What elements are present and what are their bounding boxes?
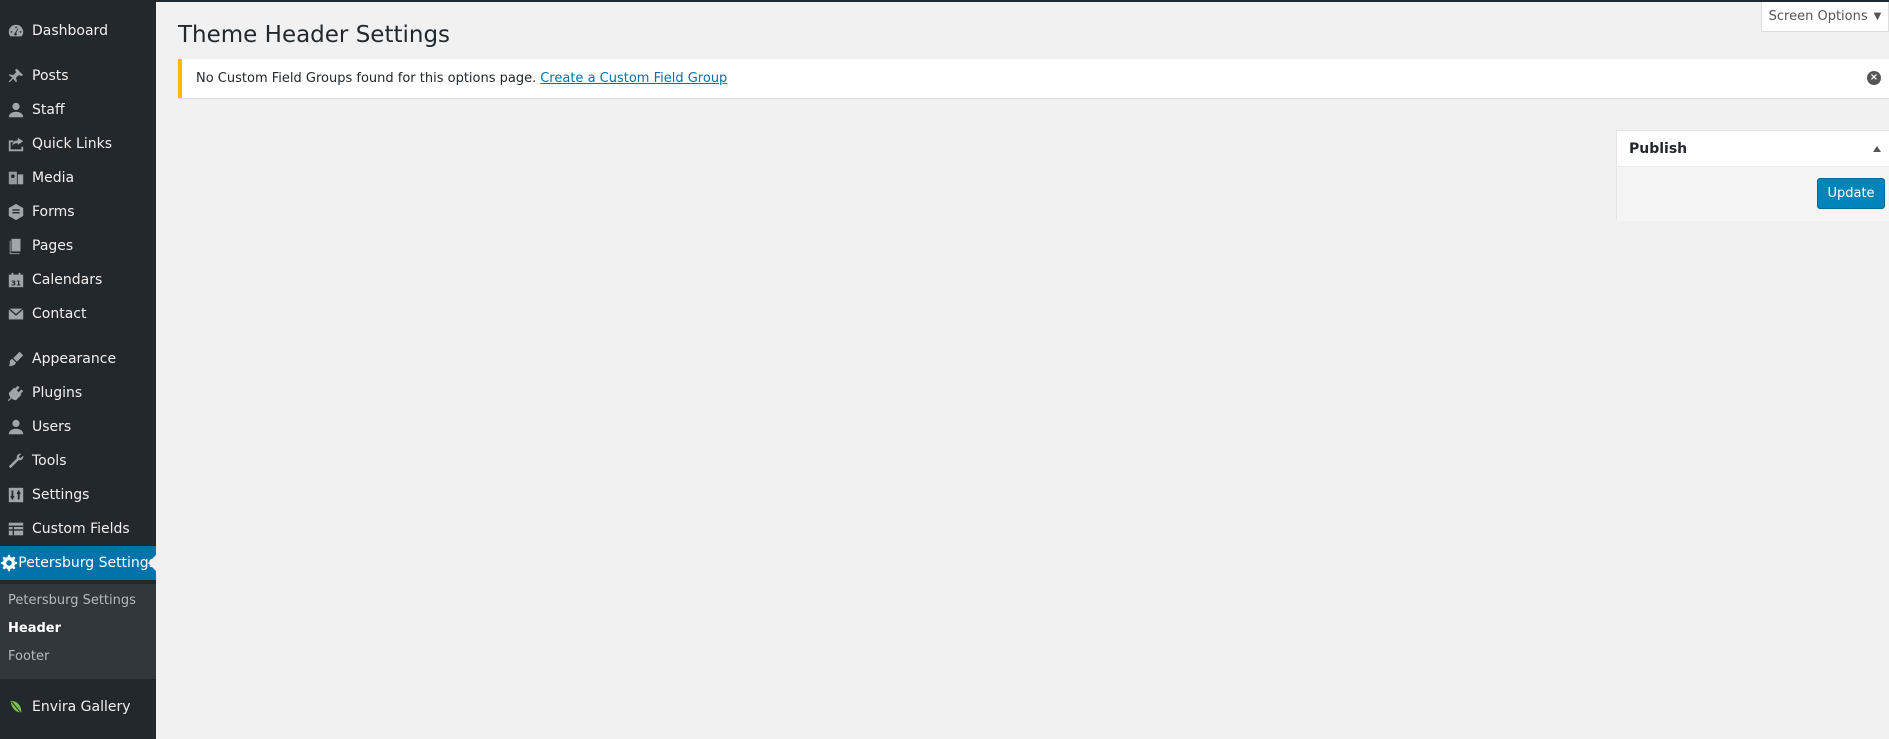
publish-header[interactable]: Publish [1617, 131, 1889, 167]
menu-custom-fields[interactable]: Custom Fields [0, 512, 156, 546]
menu-staff[interactable]: Staff [0, 93, 156, 127]
envelope-icon [0, 297, 32, 331]
menu-label: Posts [32, 68, 69, 84]
close-icon: × [1869, 72, 1879, 83]
menu-users[interactable]: Users [0, 410, 156, 444]
menu-label: Tools [32, 453, 67, 469]
menu-quick-links[interactable]: Quick Links [0, 127, 156, 161]
menu-envira-gallery[interactable]: Envira Gallery [0, 690, 156, 724]
update-button[interactable]: Update [1817, 178, 1885, 209]
media-icon [0, 161, 32, 195]
gear-icon [0, 546, 18, 580]
menu-plugins[interactable]: Plugins [0, 376, 156, 410]
menu-tools[interactable]: Tools [0, 444, 156, 478]
menu-label: Calendars [32, 272, 103, 288]
wrench-icon [0, 444, 32, 478]
menu-label: Users [32, 419, 72, 435]
pushpin-icon [0, 59, 32, 93]
settings-icon [0, 478, 32, 512]
plug-icon [0, 376, 32, 410]
petersburg-submenu: Petersburg Settings Header Footer [0, 584, 156, 679]
menu-label: Pages [32, 238, 74, 254]
menu-label: Custom Fields [32, 521, 130, 537]
users-icon [0, 410, 32, 444]
publish-actions: Update [1617, 167, 1889, 221]
menu-label: Staff [32, 102, 65, 118]
menu-label: Settings [32, 487, 90, 503]
page-title: Theme Header Settings [178, 22, 451, 48]
menu-petersburg-settings[interactable]: Petersburg Settings [0, 546, 156, 580]
person-icon [0, 93, 32, 127]
submenu-header[interactable]: Header [8, 621, 61, 636]
create-field-group-link[interactable]: Create a Custom Field Group [540, 71, 727, 86]
menu-label: Appearance [32, 351, 117, 367]
notice-text: No Custom Field Groups found for this op… [196, 71, 537, 86]
top-border [0, 0, 1889, 2]
menu-label: Plugins [32, 385, 83, 401]
menu-pages[interactable]: Pages [0, 229, 156, 263]
menu-posts[interactable]: Posts [0, 59, 156, 93]
menu-appearance[interactable]: Appearance [0, 342, 156, 376]
publish-title: Publish [1629, 140, 1688, 157]
screen-options-button[interactable]: Screen Options ▼ [1761, 2, 1889, 32]
menu-label: Media [32, 170, 75, 186]
collapse-arrow-icon[interactable] [1873, 146, 1881, 152]
menu-label: Dashboard [32, 23, 108, 39]
table-icon [0, 512, 32, 546]
forms-icon [0, 195, 32, 229]
menu-label: Contact [32, 306, 87, 322]
menu-media[interactable]: Media [0, 161, 156, 195]
calendar-icon: 31 [0, 263, 32, 297]
brush-icon [0, 342, 32, 376]
caret-down-icon: ▼ [1873, 11, 1882, 22]
menu-settings[interactable]: Settings [0, 478, 156, 512]
share-icon [0, 127, 32, 161]
dashboard-icon [0, 14, 32, 48]
menu-label: Petersburg Settings [18, 555, 156, 571]
submenu-footer[interactable]: Footer [8, 649, 49, 664]
screen-options-label: Screen Options [1768, 9, 1868, 24]
submenu-petersburg-settings[interactable]: Petersburg Settings [8, 593, 136, 608]
svg-text:31: 31 [11, 278, 21, 287]
menu-calendars[interactable]: 31 Calendars [0, 263, 156, 297]
menu-dashboard[interactable]: Dashboard [0, 14, 156, 48]
publish-box: Publish Update [1616, 130, 1889, 221]
menu-label: Quick Links [32, 136, 113, 152]
menu-label: Forms [32, 204, 75, 220]
menu-contact[interactable]: Contact [0, 297, 156, 331]
menu-forms[interactable]: Forms [0, 195, 156, 229]
pages-icon [0, 229, 32, 263]
leaf-icon [0, 690, 32, 724]
menu-label: Envira Gallery [32, 699, 131, 715]
dismiss-notice-button[interactable]: × [1867, 71, 1881, 85]
admin-notice: No Custom Field Groups found for this op… [178, 59, 1889, 98]
